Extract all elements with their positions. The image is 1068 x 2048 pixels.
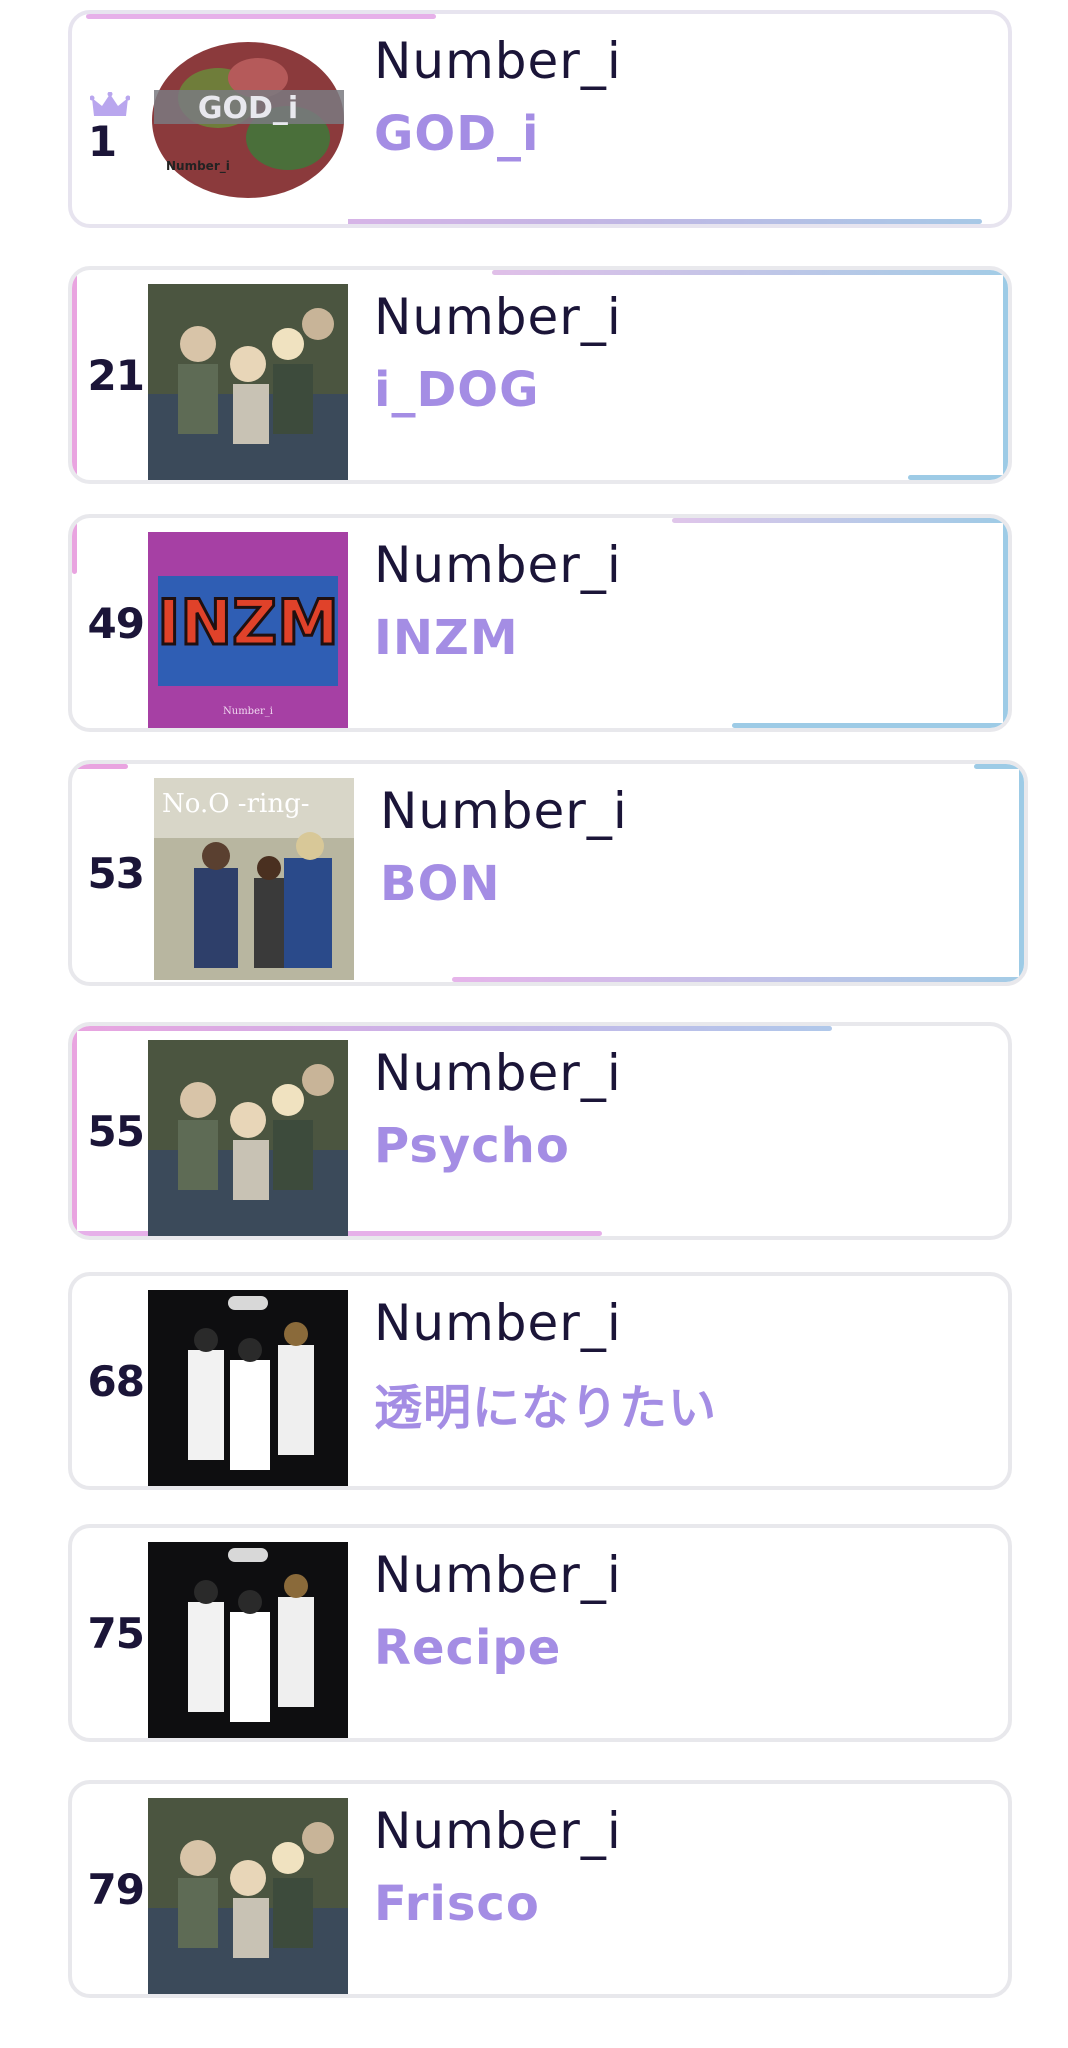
album-cover[interactable] (148, 1798, 348, 1994)
rank-number: 79 (87, 1864, 145, 1914)
album-cover[interactable] (148, 1290, 348, 1486)
rank-number: 1 (87, 117, 117, 166)
album-cover[interactable]: INZM Number_i (148, 532, 348, 728)
list-item[interactable]: 1 GOD_i Number_i Number_i GOD_i (68, 10, 1012, 228)
rank-number: 53 (87, 848, 145, 898)
progress-bar (1019, 764, 1024, 982)
song-title: GOD_i (374, 106, 540, 162)
rank-number: 49 (87, 598, 145, 648)
cover-sub: Number_i (166, 159, 230, 174)
cover-sub: Number_i (223, 706, 273, 717)
album-cover[interactable]: No.O -ring- (154, 778, 354, 980)
rank-number: 55 (87, 1106, 145, 1156)
song-title: INZM (374, 610, 519, 666)
artist-name: Number_i (374, 536, 622, 594)
song-title: Psycho (374, 1118, 570, 1174)
rank-number: 75 (87, 1608, 145, 1658)
progress-bar (672, 518, 1008, 523)
artist-name: Number_i (380, 782, 628, 840)
song-title: i_DOG (374, 362, 540, 418)
artist-name: Number_i (374, 32, 622, 90)
progress-bar (492, 270, 1008, 275)
progress-bar (732, 723, 1008, 728)
list-item[interactable]: 53 No.O -ring- Number_i BON (68, 760, 1028, 986)
progress-bar (974, 764, 1024, 769)
list-item[interactable]: 21 Number_i i_DOG (68, 266, 1012, 484)
list-item[interactable]: 55 Number_i Psycho (68, 1022, 1012, 1240)
artist-name: Number_i (374, 1044, 622, 1102)
song-title: Recipe (374, 1620, 562, 1676)
list-item[interactable]: 49 INZM Number_i Number_i INZM (68, 514, 1012, 732)
album-cover[interactable]: GOD_i Number_i (148, 28, 348, 224)
list-item[interactable]: 68 Number_i 透明になりたい (68, 1272, 1012, 1490)
progress-bar (86, 14, 436, 19)
rank-number: 68 (87, 1356, 145, 1406)
song-title: 透明になりたい (374, 1380, 718, 1436)
song-title: BON (380, 856, 501, 912)
artist-name: Number_i (374, 288, 622, 346)
album-cover[interactable] (148, 1542, 348, 1738)
cover-title: INZM (157, 586, 339, 659)
cover-title: GOD_i (198, 91, 298, 126)
cover-title: No.O -ring- (162, 789, 310, 819)
album-cover[interactable] (148, 1040, 348, 1236)
artist-name: Number_i (374, 1546, 622, 1604)
song-title: Frisco (374, 1876, 540, 1932)
rank-number: 21 (87, 350, 145, 400)
artist-name: Number_i (374, 1802, 622, 1860)
progress-bar (452, 977, 1024, 982)
list-item[interactable]: 75 Number_i Recipe (68, 1524, 1012, 1742)
progress-bar (908, 475, 1008, 480)
progress-bar (1003, 270, 1008, 480)
progress-bar (1003, 518, 1008, 728)
progress-bar (72, 1026, 832, 1031)
list-item[interactable]: 79 Number_i Frisco (68, 1780, 1012, 1998)
album-cover[interactable] (148, 284, 348, 480)
artist-name: Number_i (374, 1294, 622, 1352)
